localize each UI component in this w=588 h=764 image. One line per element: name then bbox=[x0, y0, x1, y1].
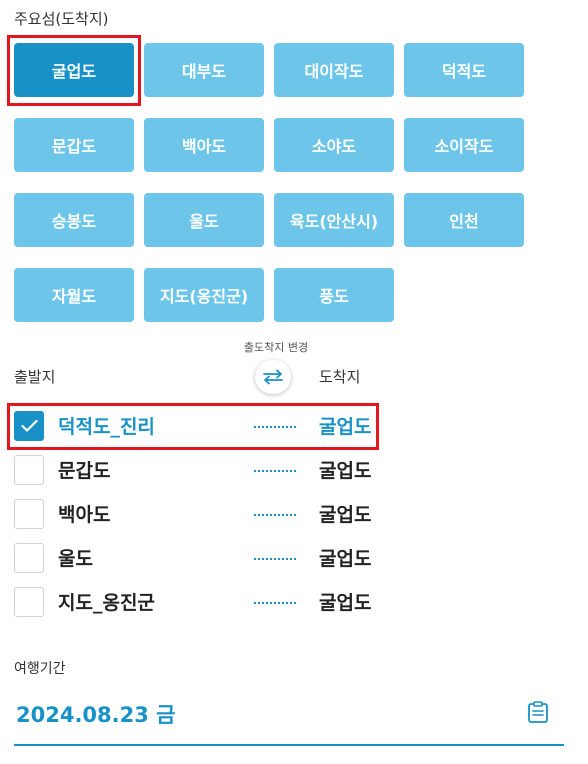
route-row[interactable]: 지도_옹진군 굴업도 bbox=[14, 585, 554, 619]
route-checkbox[interactable] bbox=[14, 499, 44, 529]
date-underline bbox=[14, 744, 564, 746]
route-connector bbox=[254, 470, 296, 472]
island-button-baegado[interactable]: 백아도 bbox=[144, 118, 264, 172]
island-button-jawoldo[interactable]: 자월도 bbox=[14, 268, 134, 322]
route-row[interactable]: 덕적도_진리 굴업도 bbox=[14, 409, 554, 443]
route-connector bbox=[254, 426, 296, 428]
swap-caption: 출도착지 변경 bbox=[243, 341, 309, 354]
route-connector bbox=[254, 558, 296, 560]
island-button-uldo[interactable]: 울도 bbox=[144, 193, 264, 247]
route-checkbox[interactable] bbox=[14, 587, 44, 617]
island-button-jido[interactable]: 지도(옹진군) bbox=[144, 268, 264, 322]
route-checkbox[interactable] bbox=[14, 455, 44, 485]
island-button-soyado[interactable]: 소야도 bbox=[274, 118, 394, 172]
route-destination: 굴업도 bbox=[319, 416, 372, 438]
island-button-gulupdo[interactable]: 굴업도 bbox=[14, 43, 134, 97]
route-origin: 지도_옹진군 bbox=[58, 592, 155, 614]
route-connector bbox=[254, 602, 296, 604]
route-origin: 문갑도 bbox=[58, 460, 111, 482]
route-destination: 굴업도 bbox=[319, 592, 372, 614]
check-icon bbox=[21, 419, 38, 432]
island-button-incheon[interactable]: 인천 bbox=[404, 193, 524, 247]
route-origin: 백아도 bbox=[58, 504, 111, 526]
island-button-daeijakdo[interactable]: 대이작도 bbox=[274, 43, 394, 97]
island-button-daebudo[interactable]: 대부도 bbox=[144, 43, 264, 97]
island-button-seungbongdo[interactable]: 승봉도 bbox=[14, 193, 134, 247]
route-destination: 굴업도 bbox=[319, 548, 372, 570]
route-checkbox[interactable] bbox=[14, 543, 44, 573]
travel-period-label: 여행기간 bbox=[14, 661, 66, 677]
calendar-icon[interactable] bbox=[526, 700, 550, 724]
origin-header: 출발지 bbox=[14, 368, 56, 386]
route-origin: 덕적도_진리 bbox=[58, 416, 155, 438]
route-row[interactable]: 문갑도 굴업도 bbox=[14, 453, 554, 487]
route-origin: 울도 bbox=[58, 548, 93, 570]
swap-arrows-icon bbox=[262, 369, 284, 385]
route-checkbox[interactable] bbox=[14, 411, 44, 441]
island-button-yukdo[interactable]: 육도(안산시) bbox=[274, 193, 394, 247]
route-row[interactable]: 울도 굴업도 bbox=[14, 541, 554, 575]
travel-date[interactable]: 2024.08.23 금 bbox=[16, 699, 175, 729]
island-button-deokjeokdo[interactable]: 덕적도 bbox=[404, 43, 524, 97]
islands-section-title: 주요섬(도착지) bbox=[14, 10, 109, 28]
island-button-soijakdo[interactable]: 소이작도 bbox=[404, 118, 524, 172]
island-button-pungdo[interactable]: 풍도 bbox=[274, 268, 394, 322]
route-destination: 굴업도 bbox=[319, 504, 372, 526]
route-connector bbox=[254, 514, 296, 516]
route-row[interactable]: 백아도 굴업도 bbox=[14, 497, 554, 531]
island-button-mungapdo[interactable]: 문갑도 bbox=[14, 118, 134, 172]
route-destination: 굴업도 bbox=[319, 460, 372, 482]
destination-header: 도착지 bbox=[319, 368, 361, 386]
swap-button[interactable] bbox=[255, 360, 291, 394]
